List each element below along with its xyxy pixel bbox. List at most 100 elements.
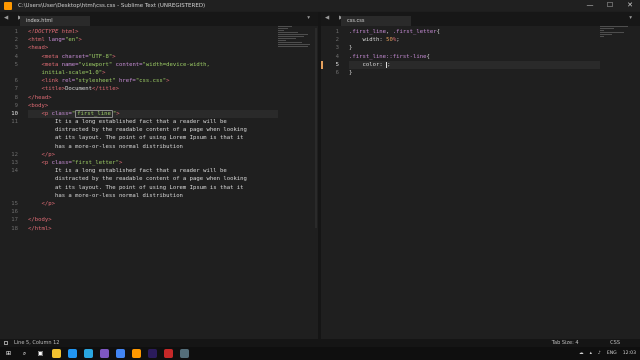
code-line: <title>Document</title>	[28, 85, 278, 93]
status-bar: Line 5, Column 12 Tab Size: 4 CSS	[0, 339, 640, 347]
sublime-logo-icon	[4, 1, 12, 10]
tag-token: <body>	[28, 102, 49, 109]
code-line-wrap: distracted by the readable content of a …	[28, 126, 278, 134]
right-editor-pane[interactable]: ◀ ▶ css.css ▾ 1 2 3 4 5 6 .first_line, .…	[321, 12, 640, 339]
line-number-wrap	[0, 175, 20, 183]
line-gutter: 1 2 3 4 5 6	[321, 28, 341, 77]
tag-token: >	[118, 160, 123, 166]
tab-size-indicator[interactable]: Tab Size: 4	[552, 340, 579, 346]
highlighted-match: first_line	[75, 109, 113, 118]
code-line-current: <p class=" first_line ">	[28, 109, 278, 119]
search-icon[interactable]: ⌕	[20, 349, 29, 358]
line-number: 11	[11, 119, 18, 126]
doctype-token: <!DOCTYPE html>	[28, 29, 79, 35]
attr-token: rel=	[58, 78, 76, 85]
tag-token: <link	[41, 78, 59, 85]
system-tray: ☁ ▴ ♪ ENG 12:03	[573, 347, 636, 360]
left-minimap[interactable]	[278, 26, 316, 66]
line-number-wrap	[0, 184, 20, 192]
code-line: It is a long established fact that a rea…	[28, 118, 278, 126]
left-editor-pane[interactable]: ◀ ▶ index.html ▾ 1 2 3 4 5 6 7 8 9 10 11…	[0, 12, 318, 339]
left-scrollbar[interactable]	[315, 28, 317, 228]
tag-token: </head>	[28, 94, 52, 101]
code-line: <!DOCTYPE html>	[28, 28, 278, 36]
window-title: C:\Users\User\Desktop\html\css.css - Sub…	[18, 2, 206, 9]
code-line: </p>	[28, 200, 278, 208]
string-token: "en"	[65, 37, 79, 44]
clock[interactable]: 12:03	[623, 351, 636, 356]
text-token: at its layout. The point of using Lorem …	[54, 184, 244, 191]
telegram-icon[interactable]	[84, 349, 93, 358]
language-indicator[interactable]: ENG	[607, 351, 617, 356]
task-view-icon[interactable]: ▣	[36, 349, 45, 358]
tag-token: >	[102, 69, 106, 76]
app-icon[interactable]	[180, 349, 189, 358]
app-icon[interactable]	[164, 349, 173, 358]
line-number: 6	[335, 69, 339, 76]
chrome-icon[interactable]	[116, 349, 125, 358]
attr-token: class=	[48, 160, 72, 166]
right-code-content[interactable]: .first_line, .first_letter{ width: 50%; …	[349, 28, 600, 77]
tag-token: >	[112, 53, 116, 60]
close-button[interactable]: ✕	[620, 0, 640, 11]
text-token: It is a long established fact that a rea…	[54, 119, 227, 126]
tab-index-html[interactable]: index.html	[20, 16, 90, 26]
tag-token: <title>	[41, 86, 66, 93]
viber-icon[interactable]	[100, 349, 109, 358]
edge-icon[interactable]	[68, 349, 77, 358]
title-bar: C:\Users\User\Desktop\html\css.css - Sub…	[0, 0, 640, 11]
property-token: color	[362, 61, 380, 68]
tab-overflow-icon[interactable]: ▾	[629, 15, 636, 21]
line-number: 2	[335, 37, 339, 44]
minimize-button[interactable]: —	[580, 0, 600, 11]
file-explorer-icon[interactable]	[52, 349, 61, 358]
right-minimap[interactable]	[600, 26, 638, 66]
line-number: 3	[335, 45, 339, 52]
code-line-wrap: at its layout. The point of using Lorem …	[28, 134, 278, 142]
left-code-editor[interactable]: 1 2 3 4 5 6 7 8 9 10 11 12 13 14 15 16 1…	[0, 26, 318, 339]
line-number: 7	[14, 86, 18, 93]
status-left: Line 5, Column 12	[4, 340, 59, 346]
code-line: }	[349, 44, 600, 52]
punct-token: }	[349, 69, 353, 76]
code-line: </body>	[28, 216, 278, 224]
right-code-editor[interactable]: 1 2 3 4 5 6 .first_line, .first_letter{ …	[321, 26, 640, 339]
number-token: 50	[386, 37, 393, 44]
punct-token: ;	[387, 61, 391, 68]
attr-token: class=	[48, 110, 72, 117]
volume-icon[interactable]: ♪	[598, 351, 601, 356]
syntax-indicator[interactable]: CSS	[610, 340, 620, 346]
line-number: 4	[335, 53, 339, 60]
code-line: <p class="first_letter">	[28, 159, 278, 167]
weather-icon[interactable]: ☁	[579, 351, 584, 356]
code-line: <meta charset="UTF-8">	[28, 53, 278, 61]
tag-token: </title>	[92, 86, 119, 93]
selector-token: .first_letter	[392, 29, 437, 35]
code-line: <html lang="en">	[28, 36, 278, 44]
maximize-button[interactable]: ☐	[600, 0, 620, 11]
tag-token: >	[166, 78, 170, 85]
line-number: 5	[14, 61, 18, 68]
tag-token: </body>	[28, 217, 52, 224]
code-line: .first_line::first-line{	[349, 53, 600, 61]
text-token: distracted by the readable content of a …	[54, 176, 247, 183]
property-token: width	[362, 37, 380, 44]
attr-token: href=	[115, 78, 136, 85]
sublime-text-icon[interactable]	[132, 349, 141, 358]
left-code-content[interactable]: <!DOCTYPE html> <html lang="en"> <head> …	[28, 28, 278, 233]
network-icon[interactable]: ▴	[590, 351, 592, 356]
panel-toggle-icon[interactable]	[4, 340, 8, 345]
line-number: 6	[14, 78, 18, 85]
tab-overflow-icon[interactable]: ▾	[307, 15, 314, 21]
code-line: </p>	[28, 151, 278, 159]
pseudo-token: ::first-line	[386, 53, 427, 60]
attr-token: charset=	[58, 53, 89, 60]
tag-token: </p>	[41, 200, 55, 207]
windows-start-icon[interactable]: ⊞	[4, 349, 13, 358]
code-line-wrap: has a more-or-less normal distribution	[28, 192, 278, 200]
tab-css-css[interactable]: css.css	[341, 16, 411, 26]
premiere-icon[interactable]	[148, 349, 157, 358]
tag-token: </p>	[41, 151, 55, 158]
line-number: 2	[14, 37, 18, 44]
text-token: has a more-or-less normal distribution	[54, 192, 183, 199]
